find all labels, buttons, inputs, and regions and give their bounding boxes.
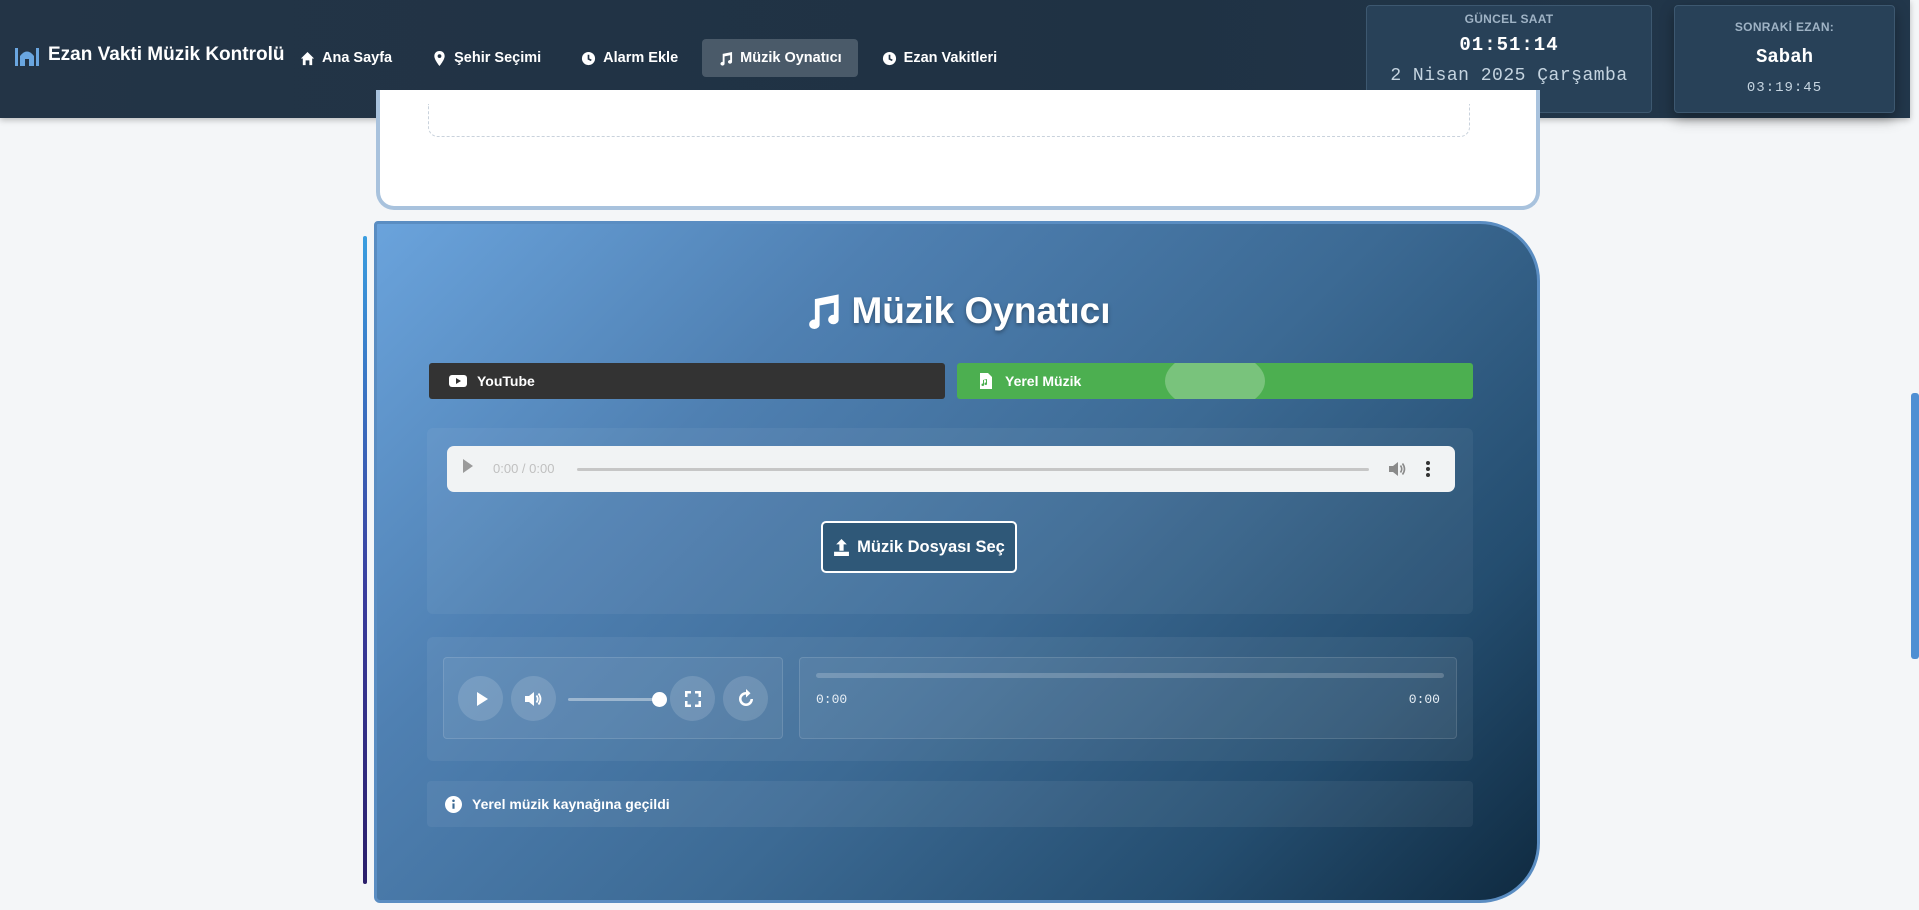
- local-audio-panel: 0:00 / 0:00 Müzik Dosyası Seç: [427, 428, 1473, 614]
- nav-item-home[interactable]: Ana Sayfa: [284, 39, 408, 77]
- progress-bar[interactable]: [816, 673, 1444, 678]
- upper-card: [376, 90, 1540, 210]
- nav-item-label: Müzik Oynatıcı: [740, 50, 842, 66]
- nav-item-alarm[interactable]: Alarm Ekle: [565, 39, 694, 77]
- click-ripple: [1165, 363, 1265, 399]
- file-audio-icon: [980, 373, 992, 389]
- status-message: Yerel müzik kaynağına geçildi: [427, 781, 1473, 827]
- audio-element[interactable]: 0:00 / 0:00: [447, 446, 1455, 492]
- map-pin-icon: [434, 50, 445, 66]
- fullscreen-button[interactable]: [670, 676, 715, 721]
- youtube-icon: [449, 375, 467, 387]
- volume-icon[interactable]: [1387, 459, 1407, 479]
- status-text: Yerel müzik kaynağına geçildi: [472, 796, 670, 812]
- nav-item-label: Ana Sayfa: [322, 50, 393, 66]
- audio-play-icon[interactable]: [463, 459, 473, 473]
- player-title: Müzik Oynatıcı: [377, 290, 1537, 332]
- select-file-label: Müzik Dosyası Seç: [857, 537, 1005, 556]
- audio-time: 0:00 / 0:00: [493, 461, 555, 476]
- nav-item-music-player[interactable]: Müzik Oynatıcı: [702, 39, 858, 77]
- play-icon: [476, 691, 488, 706]
- page-scrollbar-thumb[interactable]: [1911, 393, 1919, 659]
- nav-item-city[interactable]: Şehir Seçimi: [416, 39, 557, 77]
- next-prayer-name: Sabah: [1755, 46, 1813, 68]
- more-options-icon[interactable]: [1425, 459, 1431, 479]
- play-button[interactable]: [458, 676, 503, 721]
- tab-label: Yerel Müzik: [1005, 373, 1082, 389]
- volume-slider-thumb[interactable]: [652, 692, 667, 707]
- nav-item-label: Şehir Seçimi: [454, 50, 542, 66]
- brand-title: Ezan Vakti Müzik Kontrolü: [48, 44, 285, 65]
- clock-icon: [882, 51, 896, 65]
- next-prayer-label: SONRAKİ EZAN:: [1734, 20, 1835, 34]
- current-time-label: GÜNCEL SAAT: [1464, 12, 1554, 26]
- nav-menu: Ana Sayfa Şehir Seçimi Alarm Ekle Müzik …: [284, 39, 1013, 77]
- upload-icon: [834, 538, 850, 556]
- drop-zone: [428, 104, 1470, 137]
- music-player-card: Müzik Oynatıcı YouTube Yerel Müzik 0:00 …: [374, 221, 1540, 903]
- nav-item-prayer-times[interactable]: Ezan Vakitleri: [866, 39, 1014, 77]
- nav-item-label: Alarm Ekle: [603, 50, 679, 66]
- home-icon: [300, 51, 315, 65]
- player-controls-panel: 0:00 0:00: [427, 637, 1473, 761]
- audio-seek-bar[interactable]: [577, 468, 1369, 471]
- mosque-icon: [15, 48, 39, 66]
- player-title-text: Müzik Oynatıcı: [851, 290, 1111, 331]
- expand-icon: [684, 690, 701, 707]
- nav-item-label: Ezan Vakitleri: [903, 50, 998, 66]
- next-prayer-countdown: 03:19:45: [1746, 80, 1823, 96]
- volume-slider[interactable]: [568, 698, 664, 701]
- info-icon: [445, 795, 462, 813]
- clock-icon: [582, 51, 596, 65]
- control-buttons: [443, 657, 783, 739]
- accent-line: [363, 236, 367, 884]
- current-time-display: 0:00: [816, 692, 848, 707]
- current-date: 2 Nisan 2025 Çarşamba: [1390, 66, 1628, 86]
- mute-button[interactable]: [511, 676, 556, 721]
- tab-youtube[interactable]: YouTube: [429, 363, 945, 399]
- current-time: 01:51:14: [1459, 34, 1559, 56]
- select-music-file-button[interactable]: Müzik Dosyası Seç: [821, 521, 1017, 573]
- brand[interactable]: Ezan Vakti Müzik Kontrolü: [14, 44, 284, 66]
- next-prayer-box: SONRAKİ EZAN: Sabah 03:19:45: [1674, 5, 1895, 113]
- music-icon: [720, 51, 733, 66]
- progress-box: 0:00 0:00: [799, 657, 1457, 739]
- repeat-button[interactable]: [723, 676, 768, 721]
- music-icon: [809, 294, 840, 330]
- tab-label: YouTube: [477, 373, 535, 389]
- volume-icon: [524, 691, 541, 706]
- redo-icon: [738, 688, 753, 706]
- duration-display: 0:00: [1408, 692, 1440, 707]
- tab-local-music[interactable]: Yerel Müzik: [957, 363, 1473, 399]
